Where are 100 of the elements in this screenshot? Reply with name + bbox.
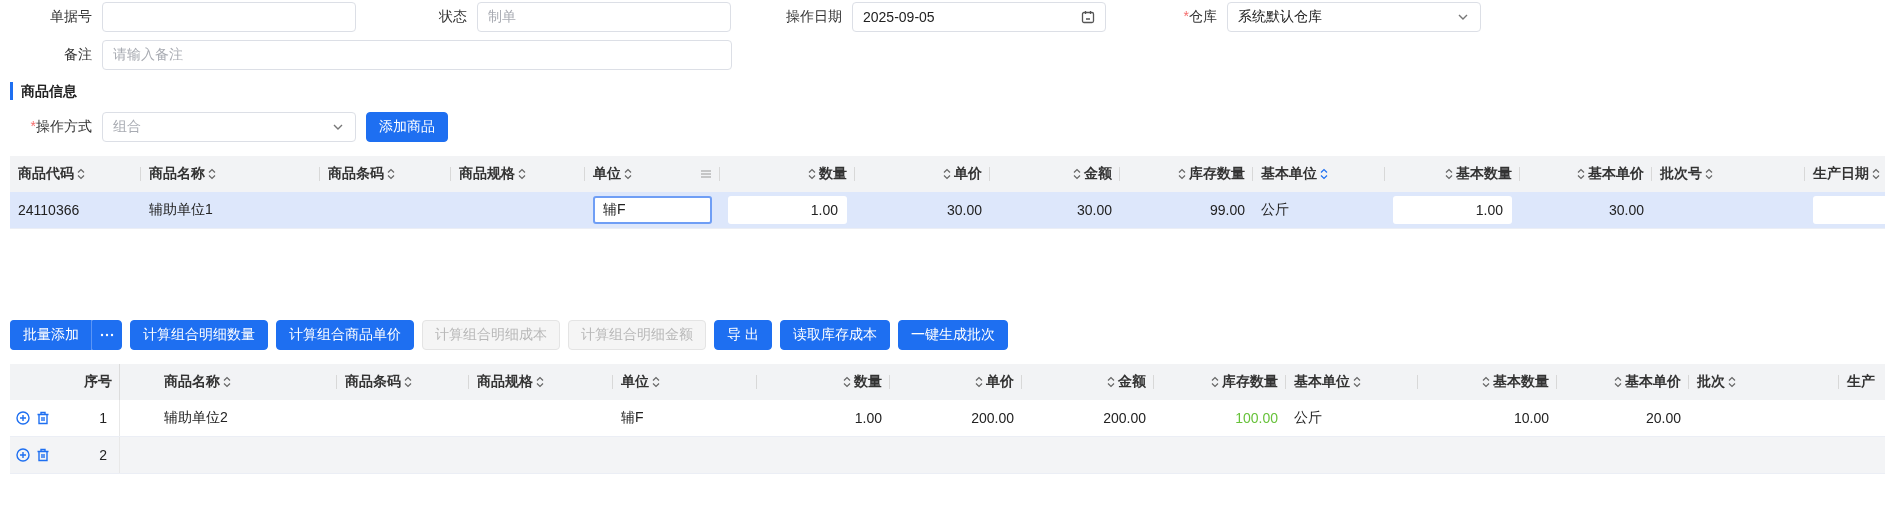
column-header: 批次 bbox=[1697, 373, 1725, 391]
text-field[interactable]: 请输入备注 bbox=[102, 40, 732, 70]
table-cell: 辅助单位1 bbox=[149, 201, 213, 219]
sort-icon[interactable] bbox=[404, 376, 412, 388]
table-cell: 辅助单位2 bbox=[164, 409, 228, 427]
column-header: 单价 bbox=[986, 373, 1014, 391]
table-cell: 200.00 bbox=[971, 410, 1014, 426]
toolbar-button[interactable]: 计算组合明细数量 bbox=[130, 320, 268, 350]
column-header: 基本单价 bbox=[1588, 165, 1644, 183]
table-cell: 公斤 bbox=[1261, 201, 1289, 219]
column-header: 基本数量 bbox=[1456, 165, 1512, 183]
table-cell: 99.00 bbox=[1209, 202, 1245, 218]
sort-icon[interactable] bbox=[975, 376, 983, 388]
add-icon[interactable] bbox=[16, 448, 30, 462]
sort-icon[interactable] bbox=[624, 168, 632, 180]
sort-icon[interactable] bbox=[1211, 376, 1219, 388]
column-header: 库存数量 bbox=[1222, 373, 1278, 391]
sort-icon[interactable] bbox=[77, 168, 85, 180]
table-cell: 30.00 bbox=[1076, 202, 1112, 218]
column-header: 商品条码 bbox=[328, 165, 384, 183]
text-field[interactable]: 制单 bbox=[477, 2, 731, 32]
column-header: 生产 bbox=[1847, 373, 1875, 391]
section-title: 商品信息 bbox=[10, 82, 77, 100]
sort-icon[interactable] bbox=[808, 168, 816, 180]
sort-icon[interactable] bbox=[223, 376, 231, 388]
sort-icon[interactable] bbox=[1705, 168, 1713, 180]
sort-icon[interactable] bbox=[843, 376, 851, 388]
column-header: 基本单价 bbox=[1625, 373, 1681, 391]
sort-icon[interactable] bbox=[1353, 376, 1361, 388]
row-number: 2 bbox=[99, 447, 107, 463]
sort-icon[interactable] bbox=[1482, 376, 1490, 388]
column-header: 基本单位 bbox=[1294, 373, 1350, 391]
sort-icon[interactable] bbox=[1107, 376, 1115, 388]
column-header: 商品名称 bbox=[164, 373, 220, 391]
cell-input[interactable]: 辅F bbox=[593, 196, 712, 224]
toolbar-button[interactable]: 读取库存成本 bbox=[779, 320, 890, 350]
sort-icon[interactable] bbox=[1178, 168, 1186, 180]
toolbar-button[interactable]: 导 出 bbox=[714, 320, 772, 350]
column-header: 库存数量 bbox=[1189, 165, 1245, 183]
field-label: 仓库 bbox=[1189, 8, 1217, 24]
sort-icon[interactable] bbox=[1614, 376, 1622, 388]
sort-icon[interactable] bbox=[1320, 168, 1328, 180]
field-label: 操作日期 bbox=[786, 8, 842, 24]
table-cell: 30.00 bbox=[946, 202, 982, 218]
trash-icon[interactable] bbox=[36, 448, 50, 462]
column-header: 金额 bbox=[1118, 373, 1146, 391]
field-label: 操作方式 bbox=[36, 118, 92, 134]
sort-icon[interactable] bbox=[536, 376, 544, 388]
column-header: 数量 bbox=[854, 373, 882, 391]
column-header: 生产日期 bbox=[1813, 165, 1869, 183]
row-number: 1 bbox=[99, 410, 107, 426]
toolbar-button[interactable]: 一键生成批次 bbox=[897, 320, 1008, 350]
more-button[interactable] bbox=[92, 320, 122, 350]
field-label: 单据号 bbox=[50, 8, 92, 24]
column-header: 单位 bbox=[621, 373, 649, 391]
column-header: 基本单位 bbox=[1261, 165, 1317, 183]
date-field[interactable]: 2025-09-05 bbox=[852, 2, 1106, 32]
sort-icon[interactable] bbox=[1073, 168, 1081, 180]
table-row[interactable]: 2 bbox=[10, 437, 1885, 474]
column-header: 商品规格 bbox=[459, 165, 515, 183]
required-mark: * bbox=[1183, 8, 1189, 24]
column-header: 金额 bbox=[1084, 165, 1112, 183]
sort-icon[interactable] bbox=[1577, 168, 1585, 180]
column-header: 基本数量 bbox=[1493, 373, 1549, 391]
calendar-icon[interactable] bbox=[1081, 10, 1095, 24]
table-cell: 30.00 bbox=[1608, 202, 1644, 218]
sort-icon[interactable] bbox=[1445, 168, 1453, 180]
table-cell: 200.00 bbox=[1103, 410, 1146, 426]
trash-icon[interactable] bbox=[36, 411, 50, 425]
more-icon bbox=[100, 333, 114, 337]
column-header: 单位 bbox=[593, 165, 621, 183]
add-icon[interactable] bbox=[16, 411, 30, 425]
table-row[interactable]: 24110366 辅助单位1 辅F 1.00 30.00 30.00 99.00 公斤 1.00 30.00 bbox=[10, 192, 1885, 229]
column-header: 单价 bbox=[954, 165, 982, 183]
sort-icon[interactable] bbox=[652, 376, 660, 388]
select-field[interactable]: 系统默认仓库 bbox=[1227, 2, 1481, 32]
table-cell: 24110366 bbox=[18, 202, 80, 218]
sort-icon[interactable] bbox=[943, 168, 951, 180]
sort-icon[interactable] bbox=[208, 168, 216, 180]
table-cell: 20.00 bbox=[1645, 410, 1681, 426]
sort-icon[interactable] bbox=[518, 168, 526, 180]
select-field[interactable]: 组合 bbox=[102, 112, 356, 142]
column-header: 序号 bbox=[84, 373, 112, 391]
table-cell: 辅F bbox=[621, 409, 644, 427]
column-header: 商品条码 bbox=[345, 373, 401, 391]
toolbar-button[interactable]: 计算组合商品单价 bbox=[276, 320, 414, 350]
text-field[interactable] bbox=[102, 2, 356, 32]
sort-icon[interactable] bbox=[1728, 376, 1736, 388]
cell-input[interactable]: 1.00 bbox=[1393, 196, 1512, 224]
add-product-button[interactable]: 添加商品 bbox=[366, 112, 448, 142]
cell-input[interactable]: 1.00 bbox=[728, 196, 847, 224]
required-mark: * bbox=[30, 118, 36, 134]
column-header: 批次号 bbox=[1660, 165, 1702, 183]
column-header: 数量 bbox=[819, 165, 847, 183]
table-cell: 100.00 bbox=[1235, 410, 1278, 426]
column-header: 商品代码 bbox=[18, 165, 74, 183]
column-header: 商品名称 bbox=[149, 165, 205, 183]
sort-icon[interactable] bbox=[1872, 168, 1880, 180]
sort-icon[interactable] bbox=[387, 168, 395, 180]
batch-add-button[interactable]: 批量添加 bbox=[10, 320, 92, 350]
